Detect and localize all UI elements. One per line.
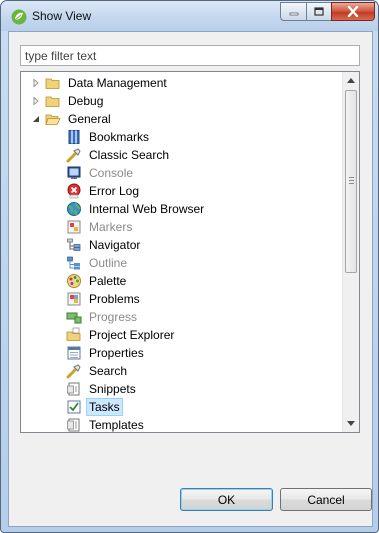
- folder-icon: [45, 78, 60, 89]
- search-flashlight-icon: [66, 364, 81, 379]
- tree-item-label: Project Explorer: [89, 328, 175, 342]
- tasks-icon: [67, 400, 81, 414]
- snippets-icon: [67, 382, 80, 396]
- folder-open-icon: [45, 114, 61, 125]
- views-tree[interactable]: Data Management Debug General Bookmarks Clas…: [20, 71, 360, 433]
- markers-icon: [67, 220, 81, 234]
- tree-item-label: Console: [89, 166, 134, 180]
- tree-view-item[interactable]: Problems: [21, 290, 142, 308]
- scroll-up-button[interactable]: [343, 72, 359, 89]
- maximize-icon: [314, 7, 324, 16]
- folder-icon: [45, 96, 60, 107]
- search-flashlight-icon: [66, 148, 81, 163]
- error-log-icon: [67, 183, 81, 199]
- tree-view-item[interactable]: Snippets: [21, 380, 138, 398]
- expanded-twisty-icon[interactable]: [31, 114, 41, 124]
- tree-item-label: Data Management: [68, 76, 167, 90]
- tree-view-item[interactable]: Tasks: [21, 398, 123, 416]
- tree-view-item[interactable]: Progress: [21, 308, 139, 326]
- ok-button[interactable]: OK: [180, 488, 273, 511]
- grip-line: [349, 180, 354, 181]
- minimize-icon: [289, 12, 298, 15]
- tree-item-label: Properties: [89, 346, 144, 360]
- scroll-thumb[interactable]: [345, 90, 357, 273]
- tree-item-label: Debug: [68, 94, 104, 108]
- tree-item-label: Bookmarks: [89, 130, 150, 144]
- console-icon: [67, 166, 81, 179]
- tree-view-item[interactable]: Markers: [21, 218, 134, 236]
- close-icon: [347, 6, 359, 17]
- tree-view-item[interactable]: Properties: [21, 344, 146, 362]
- arrow-down-icon: [347, 421, 355, 426]
- tree-view-item[interactable]: Error Log: [21, 182, 141, 200]
- problems-icon: [67, 292, 81, 306]
- tree-item-label: Markers: [89, 220, 133, 234]
- tree-view-item[interactable]: Search: [21, 362, 129, 380]
- tree-view-item[interactable]: Bookmarks: [21, 128, 151, 146]
- tree-item-label: Navigator: [89, 238, 141, 252]
- properties-icon: [67, 346, 81, 360]
- tree-view-item[interactable]: Classic Search: [21, 146, 171, 164]
- tree-view-item[interactable]: Templates: [21, 416, 146, 432]
- tree-item-label: Snippets: [89, 382, 136, 396]
- tree-view-item[interactable]: Console: [21, 164, 135, 182]
- tree-item-label: Templates: [89, 418, 144, 432]
- globe-icon: [67, 202, 81, 216]
- collapsed-twisty-icon[interactable]: [31, 78, 41, 88]
- tree-folder-item[interactable]: General: [21, 110, 113, 128]
- project-explorer-icon: [66, 327, 81, 341]
- tree-item-label: Tasks: [86, 398, 123, 416]
- tree-view-item[interactable]: Outline: [21, 254, 129, 272]
- tree-folder-item[interactable]: Debug: [21, 92, 105, 110]
- tree-item-label: Problems: [89, 292, 140, 306]
- dialog-title: Show View: [32, 9, 92, 23]
- close-button[interactable]: [331, 2, 375, 21]
- tree-folder-item[interactable]: Data Management: [21, 74, 169, 92]
- outline-icon: [67, 256, 80, 270]
- tree-item-label: Classic Search: [89, 148, 170, 162]
- tree-view-item[interactable]: Navigator: [21, 236, 142, 254]
- scroll-down-button[interactable]: [343, 415, 359, 432]
- tree-item-label: Internal Web Browser: [89, 202, 205, 216]
- tree-item-label: Outline: [89, 256, 128, 270]
- minimize-button[interactable]: [280, 2, 307, 21]
- tree-item-label: Palette: [89, 274, 127, 288]
- bookmarks-icon: [68, 130, 80, 144]
- tree-item-label: General: [68, 112, 111, 126]
- filter-input[interactable]: [20, 45, 360, 66]
- tree-item-label: Progress: [89, 310, 138, 324]
- collapsed-twisty-icon[interactable]: [31, 96, 41, 106]
- arrow-up-icon: [347, 78, 355, 83]
- navigator-icon: [67, 238, 81, 251]
- spring-leaf-icon: [11, 9, 27, 25]
- cancel-button[interactable]: Cancel: [280, 488, 372, 511]
- tree-item-label: Search: [89, 364, 128, 378]
- templates-icon: [67, 418, 80, 432]
- title-bar[interactable]: Show View: [1, 1, 378, 31]
- progress-icon: [66, 312, 82, 324]
- tree-item-label: Error Log: [89, 184, 140, 198]
- tree-view-item[interactable]: Project Explorer: [21, 326, 176, 344]
- palette-icon: [67, 274, 81, 288]
- grip-line: [349, 177, 354, 178]
- maximize-button[interactable]: [306, 2, 332, 21]
- tree-view-item[interactable]: Palette: [21, 272, 128, 290]
- vertical-scrollbar[interactable]: [342, 72, 359, 432]
- tree-view-item[interactable]: Internal Web Browser: [21, 200, 206, 218]
- grip-line: [349, 183, 354, 184]
